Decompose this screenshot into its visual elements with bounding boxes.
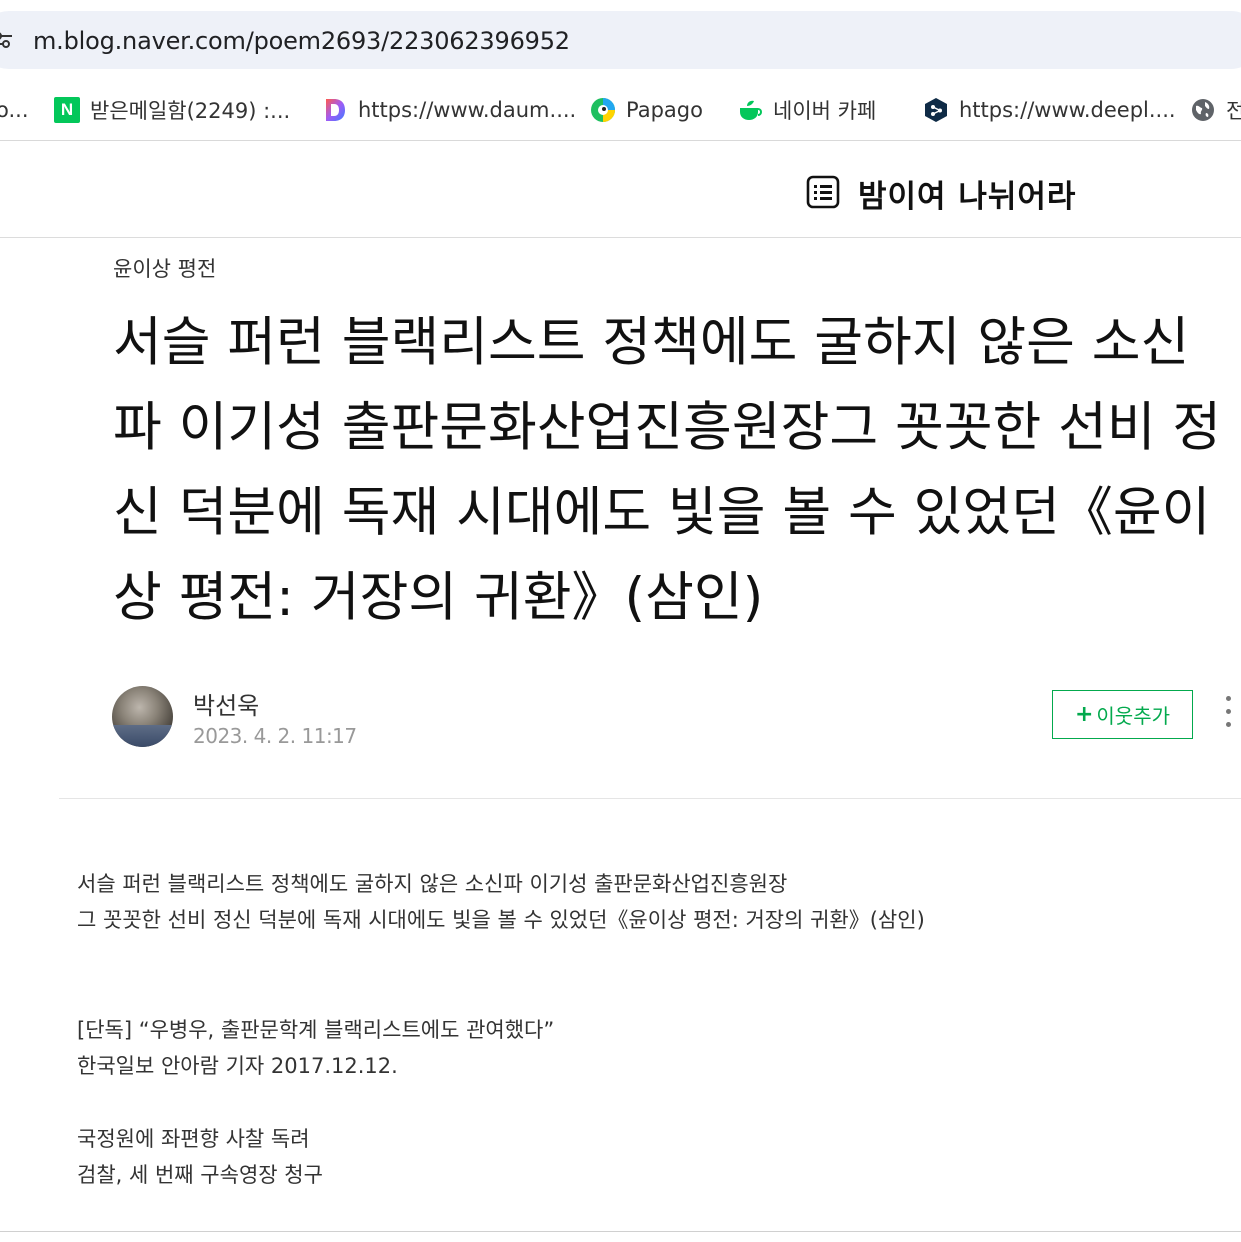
bookmark-item-naver-cafe[interactable]: 네이버 카페 [737, 94, 876, 126]
bookmark-label: Papago [626, 98, 703, 122]
bookmark-label: o... [0, 98, 29, 122]
blog-header: 밤이여 나뉘어라 [0, 141, 1241, 238]
daum-icon [322, 97, 348, 123]
url-text[interactable]: m.blog.naver.com/poem2693/223062396952 [33, 25, 570, 57]
add-neighbor-button[interactable]: + 이웃추가 [1052, 690, 1193, 739]
bookmark-item-naver-mail[interactable]: N 받은메일함(2249) :... [54, 94, 290, 126]
deepl-icon [923, 97, 949, 123]
body-line: 그 꼿꼿한 선비 정신 덕분에 독재 시대에도 빛을 볼 수 있었던《윤이상 평… [77, 908, 925, 932]
list-icon [806, 175, 840, 213]
bookmark-label: https://www.deepl.... [959, 98, 1176, 122]
bookmark-label: 네이버 카페 [773, 99, 877, 123]
naver-icon: N [54, 97, 80, 123]
body-line: 한국일보 안아람 기자 2017.12.12. [77, 1054, 398, 1078]
site-info-icon[interactable] [0, 28, 14, 52]
body-line: 검찰, 세 번째 구속영장 청구 [77, 1163, 323, 1187]
bookmark-item-deepl[interactable]: https://www.deepl.... [923, 94, 1176, 126]
blog-title: 밤이여 나뉘어라 [858, 179, 1077, 215]
post-title: 서슬 퍼런 블랙리스트 정책에도 굴하지 않은 소신파 이기성 출판문화산업진흥… [113, 312, 1222, 628]
author-name[interactable]: 박선욱 [193, 686, 259, 721]
bookmark-item-globe[interactable]: 전 [1190, 94, 1241, 126]
bookmark-label: 받은메일함(2249) :... [90, 99, 291, 123]
plus-icon: + [1074, 702, 1094, 727]
body-line: 서슬 퍼런 블랙리스트 정책에도 굴하지 않은 소신파 이기성 출판문화산업진흥… [77, 872, 788, 896]
add-neighbor-label: 이웃추가 [1096, 704, 1171, 728]
more-options-icon[interactable] [1218, 696, 1238, 732]
avatar[interactable] [112, 686, 173, 747]
post-category[interactable]: 윤이상 평전 [113, 253, 216, 283]
bookmark-label: 전 [1226, 99, 1241, 123]
bookmark-item-1[interactable]: o... [0, 94, 29, 126]
divider [59, 798, 1241, 799]
bookmarks-bar: o... N 받은메일함(2249) :... https://www.daum… [0, 80, 1241, 141]
papago-icon [590, 97, 616, 123]
blog-title-link[interactable]: 밤이여 나뉘어라 [806, 171, 1076, 216]
address-bar-area: m.blog.naver.com/poem2693/223062396952 [0, 0, 1241, 80]
bottom-divider [0, 1231, 1241, 1232]
bookmark-item-daum[interactable]: https://www.daum.... [322, 94, 576, 126]
body-line: 국정원에 좌편향 사찰 독려 [77, 1127, 310, 1151]
globe-icon [1190, 97, 1216, 123]
naver-cafe-icon [737, 97, 763, 123]
body-line: [단독] “우병우, 출판문학계 블랙리스트에도 관여했다” [77, 1018, 555, 1042]
bookmark-item-papago[interactable]: Papago [590, 94, 703, 126]
bookmark-label: https://www.daum.... [358, 98, 577, 122]
post-date: 2023. 4. 2. 11:17 [193, 724, 357, 748]
